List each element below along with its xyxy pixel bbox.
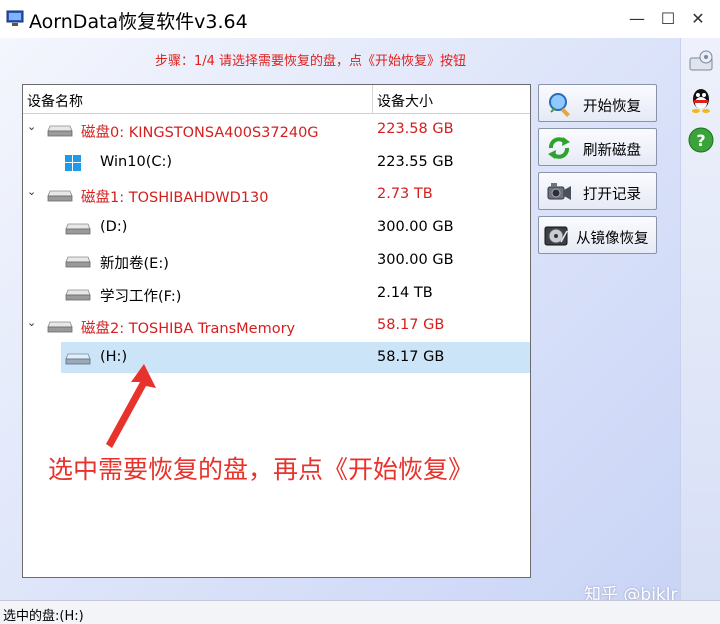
collapse-chevron-icon[interactable]: ⌄	[27, 121, 39, 133]
partition-row[interactable]: 新加卷(E:) 300.00 GB	[23, 245, 530, 276]
start-recovery-button[interactable]: 开始恢复	[538, 84, 657, 122]
row-name: Win10(C:)	[100, 154, 173, 170]
hard-disk-icon	[47, 190, 73, 202]
row-size: 300.00 GB	[377, 219, 454, 235]
column-header: 设备名称 设备大小	[23, 85, 530, 114]
app-window: AornData恢复软件v3.64 — ☐ ✕ 步骤：1/4 请选择需要恢复的盘…	[0, 0, 720, 624]
hard-disk-icon	[47, 125, 73, 137]
status-bar: 选中的盘:(H:)	[0, 600, 720, 624]
disk-list: 设备名称 设备大小 ⌄ 磁盘0: KINGSTONSA400S37240G 22…	[22, 84, 531, 578]
row-name: 磁盘0: KINGSTONSA400S37240G	[81, 125, 319, 141]
row-name: 学习工作(F:)	[100, 289, 182, 305]
collapse-chevron-icon[interactable]: ⌄	[27, 317, 39, 329]
row-size: 58.17 GB	[377, 349, 445, 365]
row-name: 新加卷(E:)	[100, 256, 169, 272]
refresh-disk-label: 刷新磁盘	[583, 143, 641, 159]
drive-icon	[65, 223, 91, 235]
disk-row[interactable]: ⌄ 磁盘2: TOSHIBA TransMemory 58.17 GB	[23, 310, 530, 341]
row-size: 58.17 GB	[377, 317, 445, 333]
column-device-size[interactable]: 设备大小	[377, 91, 433, 111]
disk-image-icon	[544, 226, 568, 246]
magnifier-icon	[549, 93, 570, 117]
annotation-arrow-icon	[106, 364, 156, 448]
partition-row[interactable]: (D:) 300.00 GB	[23, 212, 530, 243]
row-size: 2.73 TB	[377, 186, 433, 202]
camera-icon	[547, 183, 571, 200]
partition-row[interactable]: 学习工作(F:) 2.14 TB	[23, 278, 530, 309]
row-name: 磁盘2: TOSHIBA TransMemory	[81, 321, 296, 337]
image-recovery-label: 从镜像恢复	[576, 231, 649, 247]
help-icon[interactable]: ?	[687, 126, 715, 154]
svg-text:?: ?	[696, 131, 705, 150]
usb-drive-icon	[65, 353, 91, 365]
open-record-label: 打开记录	[583, 187, 641, 203]
drive-icon	[65, 256, 91, 268]
column-device-name[interactable]: 设备名称	[27, 91, 83, 111]
row-size: 300.00 GB	[377, 252, 454, 268]
close-button[interactable]: ✕	[688, 9, 708, 29]
collapse-chevron-icon[interactable]: ⌄	[27, 186, 39, 198]
settings-icon[interactable]	[687, 48, 715, 76]
annotation-text: 选中需要恢复的盘，再点《开始恢复》	[48, 455, 474, 484]
row-name: 磁盘1: TOSHIBAHDWD130	[81, 190, 269, 206]
drive-icon	[65, 289, 91, 301]
windows-logo-icon	[65, 155, 81, 171]
row-name: (D:)	[100, 219, 128, 235]
partition-row[interactable]: Win10(C:) 223.55 GB	[23, 147, 530, 178]
refresh-disk-button[interactable]: 刷新磁盘	[538, 128, 657, 166]
step-instruction: 步骤：1/4 请选择需要恢复的盘，点《开始恢复》按钮	[155, 54, 467, 69]
open-record-button[interactable]: 打开记录	[538, 172, 657, 210]
maximize-button[interactable]: ☐	[658, 9, 678, 29]
selected-disk-status: 选中的盘:(H:)	[3, 609, 84, 624]
row-size: 223.55 GB	[377, 154, 454, 170]
window-title: AornData恢复软件v3.64	[29, 11, 248, 33]
disk-row[interactable]: ⌄ 磁盘1: TOSHIBAHDWD130 2.73 TB	[23, 179, 530, 210]
qq-icon[interactable]	[687, 86, 715, 114]
refresh-icon	[548, 137, 570, 159]
image-recovery-button[interactable]: 从镜像恢复	[538, 216, 657, 254]
title-bar: AornData恢复软件v3.64 — ☐ ✕	[0, 0, 720, 38]
start-recovery-label: 开始恢复	[583, 99, 641, 115]
row-size: 2.14 TB	[377, 285, 433, 301]
app-icon	[6, 10, 24, 26]
column-divider[interactable]	[372, 85, 373, 113]
side-toolbar: ?	[680, 38, 720, 600]
disk-row[interactable]: ⌄ 磁盘0: KINGSTONSA400S37240G 223.58 GB	[23, 114, 530, 145]
hard-disk-icon	[47, 321, 73, 333]
minimize-button[interactable]: —	[627, 9, 647, 29]
row-size: 223.58 GB	[377, 121, 454, 137]
